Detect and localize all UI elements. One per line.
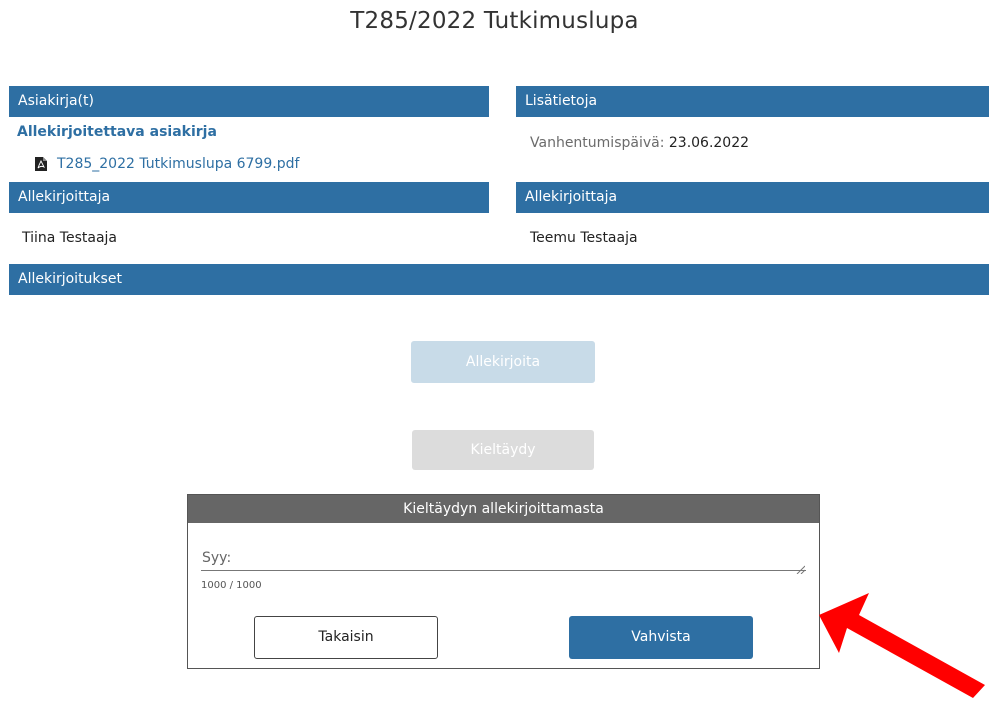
decline-button[interactable]: Kieltäydy: [412, 430, 594, 470]
signer-name-1: Tiina Testaaja: [22, 230, 117, 246]
info-section-header: Lisätietoja: [516, 86, 989, 117]
document-file-name: T285_2022 Tutkimuslupa 6799.pdf: [57, 156, 300, 172]
resize-handle-icon[interactable]: [796, 559, 806, 575]
decline-dialog: Kieltäydyn allekirjoittamasta Syy: 1000 …: [187, 494, 820, 669]
signer-section-header-1: Allekirjoittaja: [9, 182, 489, 213]
confirm-button[interactable]: Vahvista: [569, 616, 753, 659]
signer-name-2: Teemu Testaaja: [530, 230, 638, 246]
red-arrow-icon: [819, 593, 985, 698]
expiry-label: Vanhentumispäivä:: [530, 135, 665, 151]
expiry-line: Vanhentumispäivä: 23.06.2022: [530, 135, 749, 151]
reason-placeholder: Syy:: [202, 550, 232, 566]
pdf-file-icon: [35, 157, 47, 171]
signatures-section-header: Allekirjoitukset: [9, 264, 989, 295]
back-button[interactable]: Takaisin: [254, 616, 438, 659]
sign-button[interactable]: Allekirjoita: [411, 341, 595, 383]
character-counter: 1000 / 1000: [201, 580, 262, 591]
decline-dialog-title: Kieltäydyn allekirjoittamasta: [188, 495, 819, 523]
signer-section-header-2: Allekirjoittaja: [516, 182, 989, 213]
document-file-link[interactable]: T285_2022 Tutkimuslupa 6799.pdf: [35, 156, 299, 172]
page-title: T285/2022 Tutkimuslupa: [350, 8, 639, 34]
document-subheading: Allekirjoitettava asiakirja: [17, 124, 217, 140]
reason-textarea[interactable]: Syy:: [201, 543, 806, 575]
expiry-value: 23.06.2022: [668, 135, 750, 151]
documents-section-header: Asiakirja(t): [9, 86, 489, 117]
